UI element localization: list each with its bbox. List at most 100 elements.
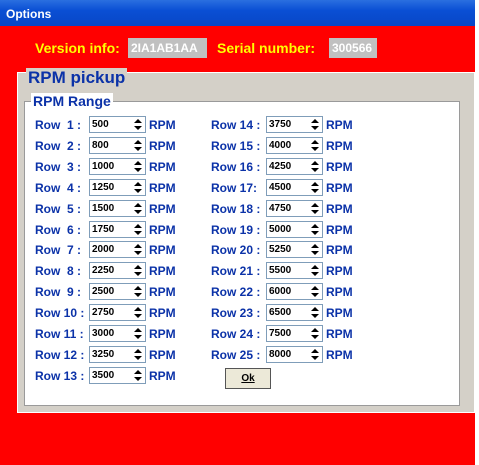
spin-up-icon[interactable] — [134, 328, 142, 332]
row-label: Row 7 : — [35, 243, 82, 257]
rpm-spinbox[interactable]: 6000 — [266, 283, 323, 300]
spin-up-icon[interactable] — [134, 203, 142, 207]
spin-up-icon[interactable] — [311, 119, 319, 123]
spin-up-icon[interactable] — [311, 161, 319, 165]
rpm-spinbox[interactable]: 1750 — [89, 221, 146, 238]
rpm-spinbox[interactable]: 5000 — [266, 221, 323, 238]
rpm-spinbox[interactable]: 1000 — [89, 158, 146, 175]
spin-up-icon[interactable] — [134, 286, 142, 290]
rpm-spinbox[interactable]: 500 — [89, 116, 146, 133]
spin-down-icon[interactable] — [311, 126, 319, 130]
spin-up-icon[interactable] — [311, 182, 319, 186]
spin-down-icon[interactable] — [134, 231, 142, 235]
spin-up-icon[interactable] — [311, 224, 319, 228]
spin-down-icon[interactable] — [134, 126, 142, 130]
spin-down-icon[interactable] — [134, 377, 142, 381]
rpm-value: 1250 — [92, 182, 115, 193]
spin-down-icon[interactable] — [134, 314, 142, 318]
spin-down-icon[interactable] — [134, 293, 142, 297]
version-field: 2IA1AB1AA — [128, 38, 207, 58]
rpm-value: 1500 — [92, 203, 115, 214]
rpm-unit-label: RPM — [326, 327, 353, 341]
spin-down-icon[interactable] — [311, 272, 319, 276]
spin-up-icon[interactable] — [134, 161, 142, 165]
spin-down-icon[interactable] — [134, 251, 142, 255]
spin-down-icon[interactable] — [134, 210, 142, 214]
title-bar[interactable]: Options — [0, 0, 475, 26]
rpm-spinbox[interactable]: 4500 — [266, 179, 323, 196]
spin-down-icon[interactable] — [134, 335, 142, 339]
rpm-spinbox[interactable]: 7500 — [266, 325, 323, 342]
rpm-spinbox[interactable]: 2500 — [89, 283, 146, 300]
serial-label: Serial number: — [217, 40, 316, 56]
rpm-spinbox[interactable]: 1250 — [89, 179, 146, 196]
spin-up-icon[interactable] — [134, 370, 142, 374]
spin-up-icon[interactable] — [134, 244, 142, 248]
rpm-value: 5000 — [269, 224, 292, 235]
spin-up-icon[interactable] — [311, 328, 319, 332]
spin-down-icon[interactable] — [311, 189, 319, 193]
rpm-spinbox[interactable]: 8000 — [266, 346, 323, 363]
rpm-spinbox[interactable]: 4000 — [266, 137, 323, 154]
spin-down-icon[interactable] — [311, 356, 319, 360]
spin-up-icon[interactable] — [311, 349, 319, 353]
spin-up-icon[interactable] — [311, 286, 319, 290]
spin-up-icon[interactable] — [311, 140, 319, 144]
rpm-unit-label: RPM — [326, 160, 353, 174]
rpm-spinbox[interactable]: 4750 — [266, 200, 323, 217]
spin-down-icon[interactable] — [311, 314, 319, 318]
spin-up-icon[interactable] — [311, 203, 319, 207]
rpm-value: 6000 — [269, 286, 292, 297]
spin-up-icon[interactable] — [311, 307, 319, 311]
spin-down-icon[interactable] — [134, 272, 142, 276]
row-label: Row 8 : — [35, 264, 82, 278]
rpm-spinbox[interactable]: 3500 — [89, 367, 146, 384]
spin-down-icon[interactable] — [311, 293, 319, 297]
spin-up-icon[interactable] — [134, 265, 142, 269]
rpm-spinbox[interactable]: 5250 — [266, 241, 323, 258]
rpm-unit-label: RPM — [326, 139, 353, 153]
spin-up-icon[interactable] — [311, 244, 319, 248]
spin-down-icon[interactable] — [311, 168, 319, 172]
spin-down-icon[interactable] — [134, 168, 142, 172]
spin-up-icon[interactable] — [134, 349, 142, 353]
row-label: Row 5 : — [35, 202, 82, 216]
spin-down-icon[interactable] — [134, 356, 142, 360]
spin-up-icon[interactable] — [134, 140, 142, 144]
row-label: Row 11 : — [35, 327, 84, 341]
rpm-spinbox[interactable]: 5500 — [266, 262, 323, 279]
spin-up-icon[interactable] — [311, 265, 319, 269]
spin-down-icon[interactable] — [311, 251, 319, 255]
spin-up-icon[interactable] — [134, 307, 142, 311]
spin-down-icon[interactable] — [311, 147, 319, 151]
panel-title: RPM pickup — [26, 68, 128, 88]
spin-down-icon[interactable] — [134, 147, 142, 151]
serial-field: 300566 — [329, 38, 377, 58]
rpm-value: 4000 — [269, 140, 292, 151]
rpm-spinbox[interactable]: 1500 — [89, 200, 146, 217]
rpm-spinbox[interactable]: 6500 — [266, 304, 323, 321]
spin-up-icon[interactable] — [134, 182, 142, 186]
rpm-value: 3750 — [269, 119, 292, 130]
rpm-spinbox[interactable]: 4250 — [266, 158, 323, 175]
ok-button[interactable]: Ok — [225, 368, 271, 389]
rpm-spinbox[interactable]: 2250 — [89, 262, 146, 279]
rpm-spinbox[interactable]: 3750 — [266, 116, 323, 133]
rpm-spinbox[interactable]: 3250 — [89, 346, 146, 363]
rpm-spinbox[interactable]: 2750 — [89, 304, 146, 321]
spin-down-icon[interactable] — [134, 189, 142, 193]
rpm-value: 800 — [92, 140, 109, 151]
rpm-spinbox[interactable]: 800 — [89, 137, 146, 154]
spin-up-icon[interactable] — [134, 119, 142, 123]
spin-down-icon[interactable] — [311, 231, 319, 235]
rpm-spinbox[interactable]: 3000 — [89, 325, 146, 342]
spin-down-icon[interactable] — [311, 210, 319, 214]
rpm-value: 3000 — [92, 328, 115, 339]
spin-up-icon[interactable] — [134, 224, 142, 228]
rpm-unit-label: RPM — [326, 223, 353, 237]
spin-down-icon[interactable] — [311, 335, 319, 339]
row-label: Row 25 : — [211, 348, 261, 362]
rpm-spinbox[interactable]: 2000 — [89, 241, 146, 258]
window-edge — [475, 0, 479, 465]
rpm-value: 4250 — [269, 161, 292, 172]
